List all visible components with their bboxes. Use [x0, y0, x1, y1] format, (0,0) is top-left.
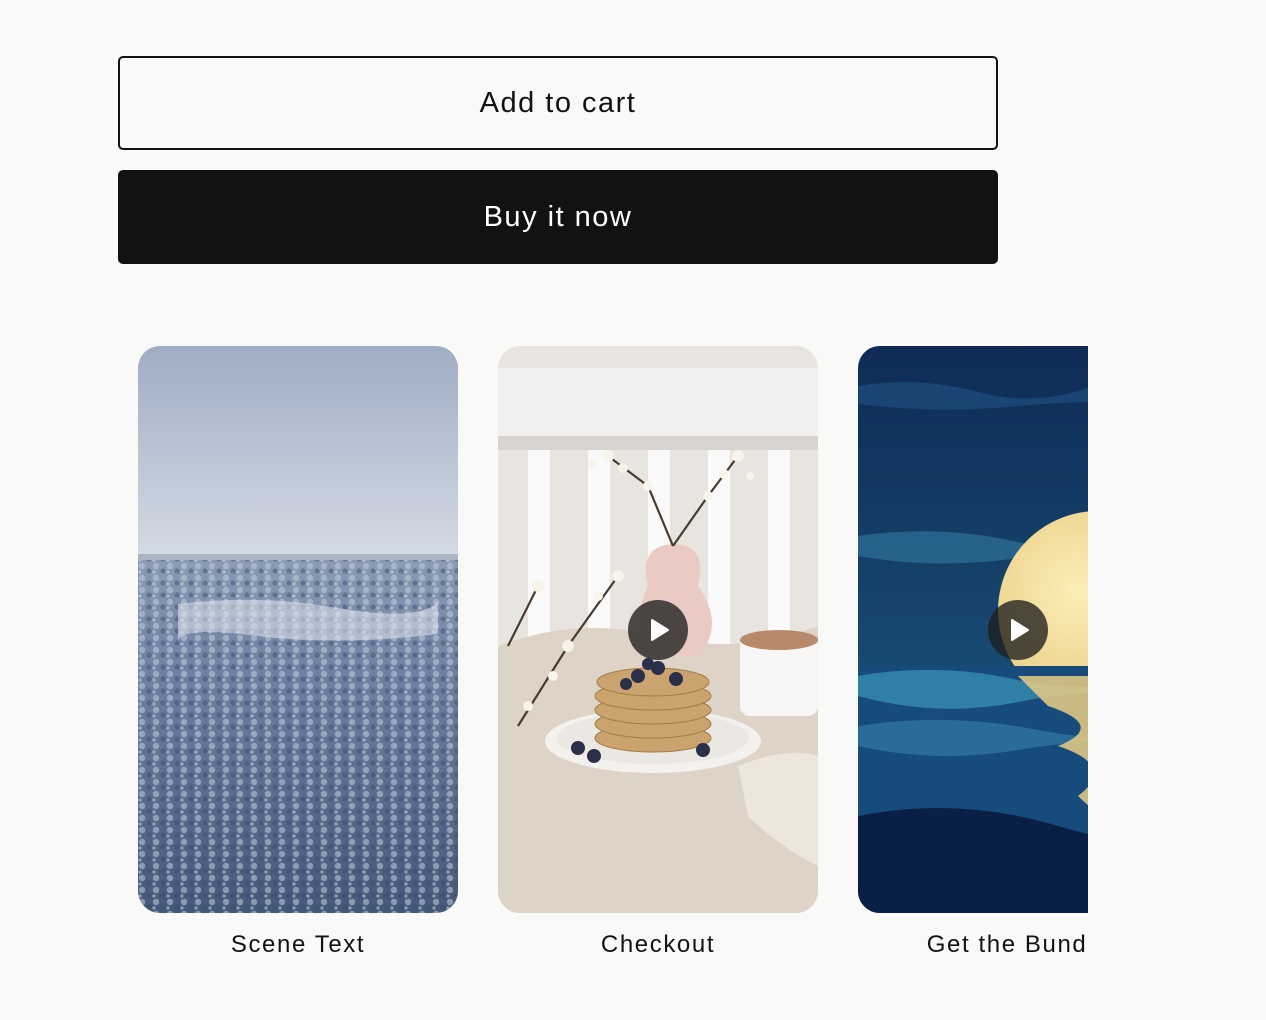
video-thumbnail-snowy-forest[interactable]: [138, 346, 458, 913]
video-thumbnail-pancakes[interactable]: [498, 346, 818, 913]
buy-now-button[interactable]: Buy it now: [118, 170, 998, 264]
play-icon: [651, 619, 669, 641]
snowy-forest-image: [138, 346, 458, 913]
video-thumbnail-moon-sea[interactable]: [858, 346, 1088, 913]
play-button[interactable]: [628, 600, 688, 660]
video-caption: Get the Bundle: [926, 931, 1088, 958]
video-card[interactable]: Get the Bundle: [858, 346, 1088, 959]
add-to-cart-button[interactable]: Add to cart: [118, 56, 998, 150]
video-carousel: Scene Text Checkout Get the Bund: [138, 346, 1088, 986]
play-button[interactable]: [988, 600, 1048, 660]
moon-over-sea-image: [858, 346, 1088, 913]
video-caption: Checkout: [600, 931, 716, 958]
play-icon: [1011, 619, 1029, 641]
product-actions-page: Add to cart Buy it now Scene Text Checko…: [0, 0, 1266, 1020]
video-card[interactable]: Checkout: [498, 346, 818, 959]
video-card[interactable]: Scene Text: [138, 346, 458, 959]
video-caption: Scene Text: [230, 931, 366, 958]
